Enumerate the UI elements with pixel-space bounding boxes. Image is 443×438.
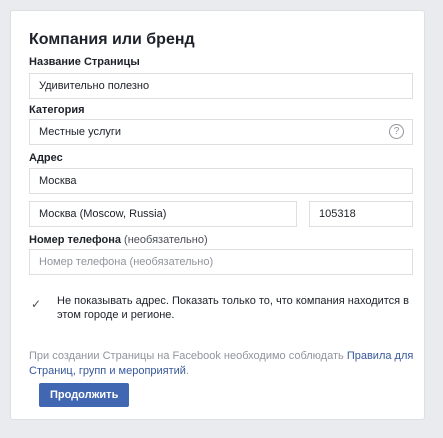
hide-address-checkbox[interactable]: ✓ <box>29 297 43 311</box>
page-name-label: Название Страницы <box>29 56 140 68</box>
zip-code-input[interactable]: 105318 <box>309 201 413 227</box>
page-name-input[interactable]: Удивительно полезно <box>29 73 413 99</box>
create-page-card: Компания или бренд Название Страницы Уди… <box>10 10 425 420</box>
phone-input[interactable]: Номер телефона (необязательно) <box>29 249 413 275</box>
category-value: Местные услуги <box>39 126 122 138</box>
hide-address-label: Не показывать адрес. Показать только то,… <box>57 295 410 321</box>
terms-prefix: При создании Страницы на Facebook необхо… <box>29 350 347 362</box>
form-title: Компания или бренд <box>29 31 195 48</box>
address-label: Адрес <box>29 152 63 164</box>
city-input[interactable]: Москва (Moscow, Russia) <box>29 201 297 227</box>
phone-optional-text: (необязательно) <box>124 234 208 246</box>
street-address-input[interactable]: Москва <box>29 168 413 194</box>
continue-button[interactable]: Продолжить <box>39 383 130 407</box>
terms-note: При создании Страницы на Facebook необхо… <box>29 349 419 379</box>
phone-label: Номер телефона (необязательно) <box>29 234 208 246</box>
question-circle-icon[interactable]: ? <box>389 124 404 139</box>
check-icon: ✓ <box>30 297 42 311</box>
category-label: Категория <box>29 104 85 116</box>
phone-label-text: Номер телефона <box>29 234 121 246</box>
category-input[interactable]: Местные услуги ? <box>29 119 413 145</box>
terms-suffix: . <box>185 365 190 377</box>
